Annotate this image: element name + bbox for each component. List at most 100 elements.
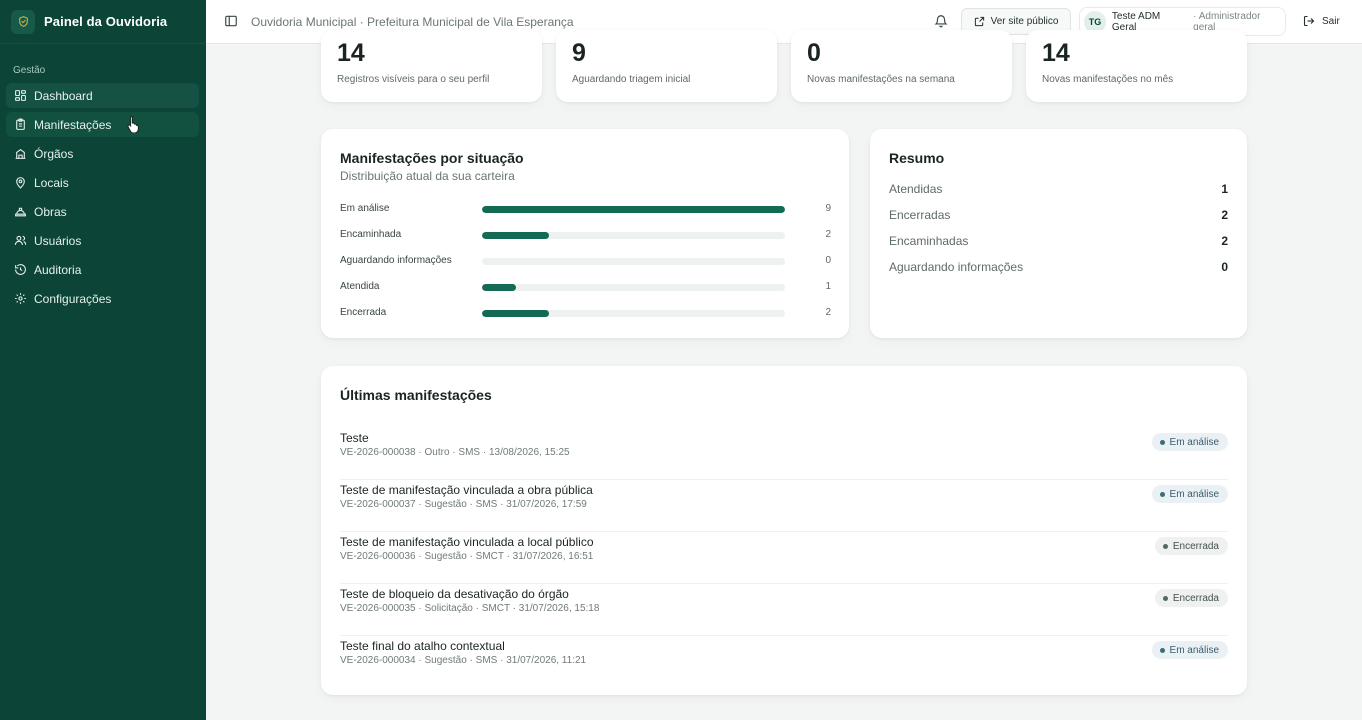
- bar-label: Encerrada: [340, 307, 387, 318]
- bar-count: 1: [825, 281, 831, 292]
- bar-fill: [482, 206, 785, 213]
- hard-hat-icon: [15, 207, 26, 217]
- bar-row: Encerrada 2: [340, 307, 831, 333]
- status-label: Em análise: [1169, 488, 1219, 500]
- bar-fill: [482, 284, 516, 291]
- summary-label: Encaminhadas: [889, 234, 969, 248]
- item-meta: VE-2026-000034 · Sugestão · SMS · 31/07/…: [340, 655, 587, 666]
- status-label: Em análise: [1169, 436, 1219, 448]
- status-label: Em análise: [1169, 644, 1219, 656]
- summary-row: Encaminhadas 2: [889, 234, 1228, 260]
- latest-title: Últimas manifestações: [340, 387, 492, 403]
- summary-label: Encerradas: [889, 208, 951, 222]
- sidebar-item-locais[interactable]: Locais: [6, 170, 199, 195]
- sidebar-item-manifestacoes[interactable]: Manifestações: [6, 112, 199, 137]
- logout-label: Sair: [1322, 15, 1340, 27]
- sidebar: Painel da Ouvidoria Gestão Dashboard Man…: [0, 0, 206, 720]
- status-label: Encerrada: [1172, 540, 1219, 552]
- stat-card-mes: 14 Novas manifestações no mês: [1026, 30, 1247, 102]
- bar-count: 9: [825, 203, 831, 214]
- sidebar-item-auditoria[interactable]: Auditoria: [6, 257, 199, 282]
- sidebar-item-label: Configurações: [34, 291, 112, 306]
- sidebar-item-dashboard[interactable]: Dashboard: [6, 83, 199, 108]
- stat-value: 14: [1042, 39, 1070, 67]
- sidebar-toggle-icon[interactable]: [224, 14, 238, 28]
- sidebar-item-obras[interactable]: Obras: [6, 199, 199, 224]
- sidebar-item-orgaos[interactable]: Órgãos: [6, 141, 199, 166]
- external-link-icon: [974, 16, 984, 27]
- summary-value: 0: [1221, 260, 1228, 274]
- stat-value: 0: [807, 39, 821, 67]
- item-meta: VE-2026-000035 · Solicitação · SMCT · 31…: [340, 603, 600, 614]
- summary-value: 2: [1221, 234, 1228, 248]
- status-badge: Encerrada: [1154, 537, 1228, 555]
- status-badge: Em análise: [1151, 641, 1228, 659]
- stat-label: Novas manifestações na semana: [807, 74, 955, 85]
- item-title: Teste de manifestação vinculada a local …: [340, 535, 594, 549]
- summary-list: Atendidas 1 Encerradas 2 Encaminhadas 2 …: [889, 182, 1228, 286]
- latest-list: Teste VE-2026-000038 · Outro · SMS · 13/…: [340, 428, 1228, 688]
- sidebar-item-label: Manifestações: [34, 117, 112, 132]
- situation-bar-chart: Em análise 9 Encaminhada 2 Aguardando in…: [340, 203, 831, 333]
- bar-label: Atendida: [340, 281, 380, 292]
- brand-title: Painel da Ouvidoria: [44, 14, 168, 29]
- summary-value: 1: [1221, 182, 1228, 196]
- history-icon: [15, 264, 26, 275]
- bar-row: Encaminhada 2: [340, 229, 831, 255]
- stat-label: Novas manifestações no mês: [1042, 74, 1174, 85]
- bar-track: [482, 232, 785, 239]
- list-item[interactable]: Teste VE-2026-000038 · Outro · SMS · 13/…: [340, 428, 1228, 480]
- sidebar-nav: Dashboard Manifestações Órgãos Locais Ob…: [6, 83, 199, 315]
- sidebar-item-configuracoes[interactable]: Configurações: [6, 286, 199, 311]
- logout-icon: [1303, 15, 1315, 27]
- summary-row: Atendidas 1: [889, 182, 1228, 208]
- status-badge: Em análise: [1151, 433, 1228, 451]
- bar-track: [482, 206, 785, 213]
- bar-row: Atendida 1: [340, 281, 831, 307]
- bell-icon[interactable]: [934, 14, 948, 28]
- list-item[interactable]: Teste de manifestação vinculada a obra p…: [340, 480, 1228, 532]
- gear-icon: [15, 293, 26, 304]
- clipboard-icon: [16, 118, 25, 130]
- dashboard-icon: [15, 90, 26, 101]
- sidebar-item-label: Obras: [34, 204, 67, 219]
- stat-label: Aguardando triagem inicial: [572, 74, 691, 85]
- item-meta: VE-2026-000036 · Sugestão · SMCT · 31/07…: [340, 551, 594, 562]
- situation-title: Manifestações por situação: [340, 150, 524, 166]
- situation-card: Manifestações por situação Distribuição …: [321, 129, 849, 338]
- latest-card: Últimas manifestações Teste VE-2026-0000…: [321, 366, 1247, 695]
- bar-label: Encaminhada: [340, 229, 402, 240]
- bar-count: 0: [825, 255, 831, 266]
- situation-subtitle: Distribuição atual da sua carteira: [340, 169, 515, 183]
- sidebar-item-label: Usuários: [34, 233, 82, 248]
- stat-card-triagem: 9 Aguardando triagem inicial: [556, 30, 777, 102]
- bar-row: Em análise 9: [340, 203, 831, 229]
- users-icon: [14, 235, 27, 245]
- summary-title: Resumo: [889, 150, 945, 166]
- bar-fill: [482, 232, 550, 239]
- sidebar-item-usuarios[interactable]: Usuários: [6, 228, 199, 253]
- brand[interactable]: Painel da Ouvidoria: [0, 0, 206, 44]
- summary-label: Aguardando informações: [889, 260, 1024, 274]
- summary-value: 2: [1221, 208, 1228, 222]
- summary-card: Resumo Atendidas 1 Encerradas 2 Encaminh…: [870, 129, 1247, 338]
- mouse-pointer-icon: [127, 115, 139, 133]
- bar-label: Em análise: [340, 203, 390, 214]
- list-item[interactable]: Teste de bloqueio da desativação do órgã…: [340, 584, 1228, 636]
- status-badge: Em análise: [1151, 485, 1228, 503]
- list-item[interactable]: Teste final do atalho contextual VE-2026…: [340, 636, 1228, 688]
- bar-row: Aguardando informações 0: [340, 255, 831, 281]
- item-meta: VE-2026-000037 · Sugestão · SMS · 31/07/…: [340, 499, 587, 510]
- sidebar-item-label: Auditoria: [34, 262, 82, 277]
- shield-icon: [11, 9, 35, 34]
- bar-label: Aguardando informações: [340, 255, 452, 266]
- bar-track: [482, 284, 785, 291]
- building-icon: [15, 149, 26, 159]
- list-item[interactable]: Teste de manifestação vinculada a local …: [340, 532, 1228, 584]
- summary-row: Encerradas 2: [889, 208, 1228, 234]
- sidebar-item-label: Locais: [34, 175, 69, 190]
- logout-button[interactable]: Sair: [1303, 15, 1340, 27]
- item-title: Teste de manifestação vinculada a obra p…: [340, 483, 593, 497]
- stat-card-registros: 14 Registros visíveis para o seu perfil: [321, 30, 542, 102]
- stat-value: 9: [572, 39, 586, 67]
